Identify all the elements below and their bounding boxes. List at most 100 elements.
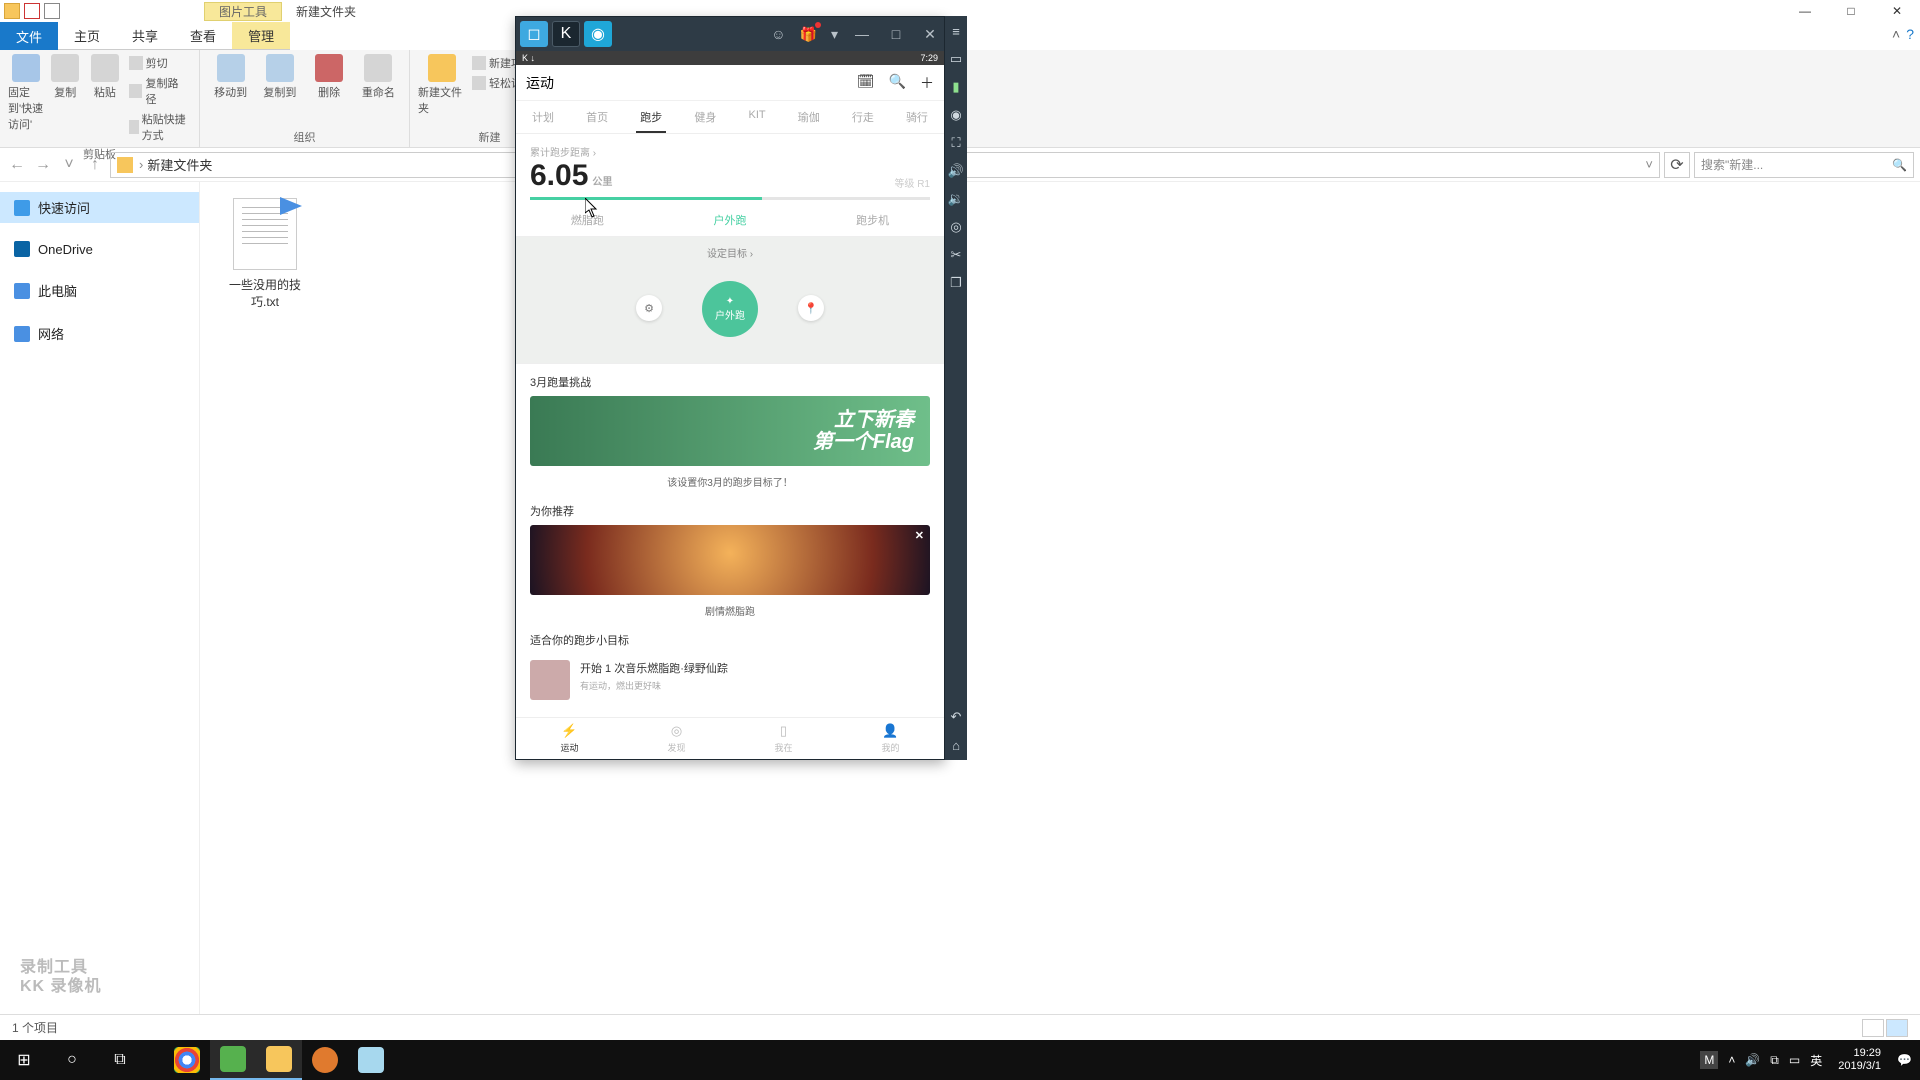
tab-walk[interactable]: 行走 xyxy=(848,107,878,133)
maximize-button[interactable]: □ xyxy=(1828,0,1874,22)
paste-shortcut-button[interactable]: 粘贴快捷方式 xyxy=(127,110,191,144)
map-locate-button[interactable]: 📍 xyxy=(798,295,824,321)
start-run-button[interactable]: ✦ 户外跑 xyxy=(702,281,758,337)
user-icon[interactable]: ☺ xyxy=(771,26,785,42)
tray-ime-icon[interactable]: M xyxy=(1700,1051,1718,1069)
emu-close-button[interactable]: ✕ xyxy=(920,26,940,43)
new-folder-button[interactable]: 新建文件夹 xyxy=(418,54,466,116)
tray-chevron-icon[interactable]: ˄ xyxy=(1728,1053,1735,1067)
ribbon-tab-home[interactable]: 主页 xyxy=(58,22,116,50)
taskbar-app-orange[interactable] xyxy=(302,1040,348,1080)
rename-button[interactable]: 重命名 xyxy=(356,54,401,100)
picture-tools-tab[interactable]: 图片工具 xyxy=(204,2,282,21)
emu-eye-icon[interactable]: ◉ xyxy=(949,108,963,122)
cortana-button[interactable]: ○ xyxy=(48,1040,96,1080)
tray-clock[interactable]: 19:29 2019/3/1 xyxy=(1832,1047,1887,1072)
tab-fitness[interactable]: 健身 xyxy=(690,107,720,133)
details-view-button[interactable] xyxy=(1862,1019,1884,1037)
bottomnav-sport[interactable]: ⚡运动 xyxy=(516,718,623,759)
add-icon[interactable]: ＋ xyxy=(920,73,934,93)
search-icon[interactable]: 🔍 xyxy=(889,73,906,93)
bottomnav-discover[interactable]: ◎发现 xyxy=(623,718,730,759)
pin-quickaccess-button[interactable]: 固定到'快速访问' xyxy=(8,54,44,132)
emu-tab-keep[interactable]: K xyxy=(552,21,580,47)
tray-language[interactable]: 英 xyxy=(1810,1052,1822,1069)
chevron-down-icon[interactable]: ˅ xyxy=(1645,157,1653,172)
mode-fatburn[interactable]: 燃脂跑 xyxy=(516,204,659,236)
checkbox-icon[interactable] xyxy=(24,3,40,19)
distance-label[interactable]: 累计跑步距离 › xyxy=(530,144,930,159)
file-item[interactable]: 一些没用的技巧.txt xyxy=(220,198,310,310)
close-button[interactable]: ✕ xyxy=(1874,0,1920,22)
nav-recent-button[interactable]: ˅ xyxy=(58,154,80,176)
bottomnav-here[interactable]: ▯我在 xyxy=(730,718,837,759)
tray-volume-icon[interactable]: 🔊 xyxy=(1745,1053,1760,1067)
refresh-button[interactable]: ⟳ xyxy=(1664,152,1690,178)
search-input[interactable]: 搜索"新建... 🔍 xyxy=(1694,152,1914,178)
set-goal-button[interactable]: 设定目标 › xyxy=(707,245,753,260)
tab-home[interactable]: 首页 xyxy=(582,107,612,133)
tab-plan[interactable]: 计划 xyxy=(528,107,558,133)
taskbar-explorer[interactable] xyxy=(256,1040,302,1080)
emu-back-icon[interactable]: ↶ xyxy=(949,710,963,724)
gift-icon[interactable]: 🎁 xyxy=(800,26,817,43)
nav-network[interactable]: 网络 xyxy=(0,318,199,349)
dropdown-icon[interactable]: ▾ xyxy=(831,26,838,43)
icons-view-button[interactable] xyxy=(1886,1019,1908,1037)
minimize-button[interactable]: — xyxy=(1782,0,1828,22)
emu-battery-icon[interactable]: ▮ xyxy=(949,80,963,94)
mode-treadmill[interactable]: 跑步机 xyxy=(801,204,944,236)
ribbon-tab-share[interactable]: 共享 xyxy=(116,22,174,50)
nav-onedrive[interactable]: OneDrive xyxy=(0,235,199,263)
cut-button[interactable]: 剪切 xyxy=(127,54,191,72)
calendar-icon[interactable]: 🗓 xyxy=(857,73,875,93)
ribbon-help-icon[interactable]: ? xyxy=(1906,26,1914,46)
tray-battery-icon[interactable]: ▭ xyxy=(1789,1053,1800,1067)
ribbon-tab-view[interactable]: 查看 xyxy=(174,22,232,50)
emu-tab-gallery[interactable]: ◻ xyxy=(520,21,548,47)
task-view-button[interactable]: ⧉ xyxy=(96,1040,144,1080)
close-banner-icon[interactable]: ✕ xyxy=(915,529,924,542)
tab-yoga[interactable]: 瑜伽 xyxy=(794,107,824,133)
emu-scissors-icon[interactable]: ✂ xyxy=(949,248,963,262)
tab-cycle[interactable]: 骑行 xyxy=(902,107,932,133)
emu-volume-down-icon[interactable]: 🔉 xyxy=(949,192,963,206)
nav-up-button[interactable]: ↑ xyxy=(84,154,106,176)
taskbar-notepad[interactable] xyxy=(348,1040,394,1080)
paste-button[interactable]: 粘贴 xyxy=(87,54,123,100)
copy-path-button[interactable]: 复制路径 xyxy=(127,74,191,108)
mini-goal-card[interactable]: 开始 1 次音乐燃脂跑·绿野仙踪 有运动，燃出更好味 xyxy=(530,654,930,706)
breadcrumb[interactable]: 新建文件夹 xyxy=(147,155,212,174)
emu-home-icon[interactable]: ⌂ xyxy=(949,738,963,752)
copy-to-button[interactable]: 复制到 xyxy=(257,54,302,100)
tray-network-icon[interactable]: ⧉ xyxy=(1770,1053,1779,1068)
emu-multiwin-icon[interactable]: ❐ xyxy=(949,276,963,290)
nav-back-button[interactable]: ← xyxy=(6,154,28,176)
emu-menu-icon[interactable]: ≡ xyxy=(949,24,963,38)
taskbar-emulator[interactable] xyxy=(210,1040,256,1080)
nav-this-pc[interactable]: 此电脑 xyxy=(0,275,199,306)
tab-run[interactable]: 跑步 xyxy=(636,107,666,133)
emu-tab-location[interactable]: ◉ xyxy=(584,21,612,47)
emu-minimize-button[interactable]: — xyxy=(852,26,872,42)
taskbar-chrome[interactable] xyxy=(164,1040,210,1080)
delete-button[interactable]: 删除 xyxy=(307,54,352,100)
march-challenge-banner[interactable]: 立下新春 第一个Flag xyxy=(530,396,930,466)
copy-button[interactable]: 复制 xyxy=(48,54,84,100)
tab-kit[interactable]: KIT xyxy=(744,107,769,133)
recommend-banner[interactable]: ✕ xyxy=(530,525,930,595)
emu-fullscreen-icon[interactable]: ⛶ xyxy=(949,136,963,150)
nav-quick-access[interactable]: 快速访问 xyxy=(0,192,199,223)
emu-notify-icon[interactable]: ▭ xyxy=(949,52,963,66)
nav-forward-button[interactable]: → xyxy=(32,154,54,176)
emu-volume-up-icon[interactable]: 🔊 xyxy=(949,164,963,178)
emu-maximize-button[interactable]: □ xyxy=(886,26,906,42)
ribbon-tab-manage[interactable]: 管理 xyxy=(232,22,290,50)
ribbon-tab-file[interactable]: 文件 xyxy=(0,22,58,50)
ribbon-collapse-icon[interactable]: ˄ xyxy=(1892,26,1900,46)
start-button[interactable]: ⊞ xyxy=(0,1040,48,1080)
mode-outdoor[interactable]: 户外跑 xyxy=(659,204,802,236)
run-settings-button[interactable]: ⚙ xyxy=(636,295,662,321)
emu-location-icon[interactable]: ◎ xyxy=(949,220,963,234)
bottomnav-me[interactable]: 👤我的 xyxy=(837,718,944,759)
